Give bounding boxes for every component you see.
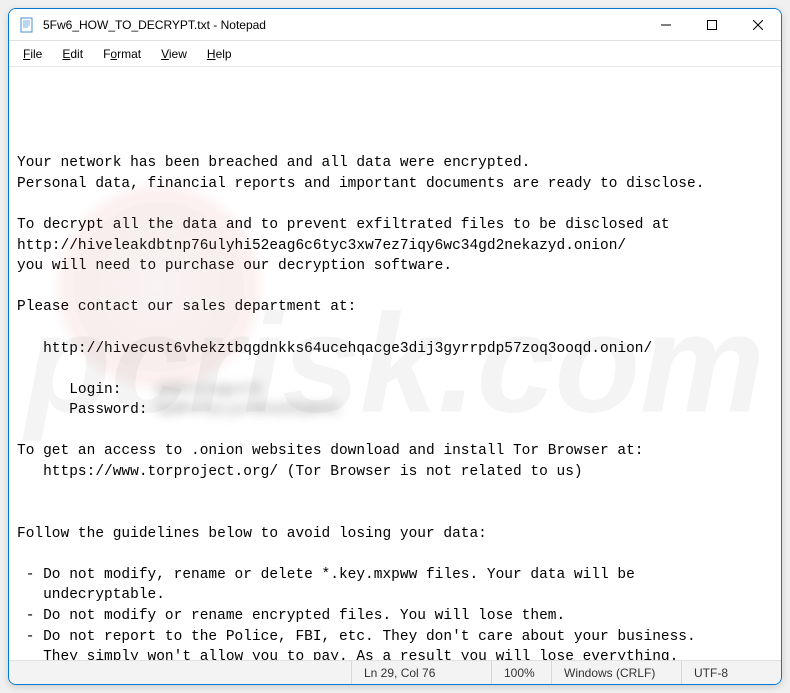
maximize-button[interactable] xyxy=(689,9,735,40)
notepad-icon xyxy=(19,17,35,33)
menu-edit[interactable]: Edit xyxy=(52,44,93,64)
watermark-text: pcrisk.com xyxy=(25,264,764,463)
window-title: 5Fw6_HOW_TO_DECRYPT.txt - Notepad xyxy=(43,18,643,32)
menu-file[interactable]: File xyxy=(13,44,52,64)
status-zoom: 100% xyxy=(491,661,551,684)
text-line: you will need to purchase our decryption… xyxy=(17,258,452,274)
text-line: Personal data, financial reports and imp… xyxy=(17,176,704,192)
text-line: - Do not report to the Police, FBI, etc.… xyxy=(17,629,696,645)
text-line: https://www.torproject.org/ (Tor Browser… xyxy=(17,464,583,480)
status-line-ending: Windows (CRLF) xyxy=(551,661,681,684)
blurred-login: pXKCsrugpzt9 xyxy=(156,380,260,401)
text-line: Password: xyxy=(17,402,156,418)
text-line: undecryptable. xyxy=(17,587,165,603)
watermark-circle-icon xyxy=(49,177,269,397)
menubar: File Edit Format View Help xyxy=(9,41,781,67)
text-line: Follow the guidelines below to avoid los… xyxy=(17,526,487,542)
text-line: - Do not modify or rename encrypted file… xyxy=(17,608,565,624)
titlebar: 5Fw6_HOW_TO_DECRYPT.txt - Notepad xyxy=(9,9,781,41)
text-line: To decrypt all the data and to prevent e… xyxy=(17,217,670,233)
status-encoding: UTF-8 xyxy=(681,661,781,684)
text-line: Please contact our sales department at: xyxy=(17,299,356,315)
text-line: http://hiveleakdbtnp76ulyhi52eag6c6tyc3x… xyxy=(17,238,626,254)
minimize-button[interactable] xyxy=(643,9,689,40)
text-line: Your network has been breached and all d… xyxy=(17,155,530,171)
text-line: Login: xyxy=(17,382,156,398)
status-position: Ln 29, Col 76 xyxy=(351,661,491,684)
menu-view[interactable]: View xyxy=(151,44,197,64)
window-controls xyxy=(643,9,781,40)
text-line: They simply won't allow you to pay. As a… xyxy=(17,649,678,660)
menu-format[interactable]: Format xyxy=(93,44,151,64)
statusbar: Ln 29, Col 76 100% Windows (CRLF) UTF-8 xyxy=(9,660,781,684)
text-editor[interactable]: pcrisk.com Your network has been breache… xyxy=(9,67,781,660)
menu-help[interactable]: Help xyxy=(197,44,242,64)
close-button[interactable] xyxy=(735,9,781,40)
notepad-window: 5Fw6_HOW_TO_DECRYPT.txt - Notepad File E… xyxy=(8,8,782,685)
text-line: - Do not modify, rename or delete *.key.… xyxy=(17,567,635,583)
text-line: http://hivecust6vhekztbqgdnkks64ucehqacg… xyxy=(17,341,652,357)
text-line: To get an access to .onion websites down… xyxy=(17,443,644,459)
blurred-password: hpRPs7pxja7dcb2H2pK42 xyxy=(156,400,339,421)
